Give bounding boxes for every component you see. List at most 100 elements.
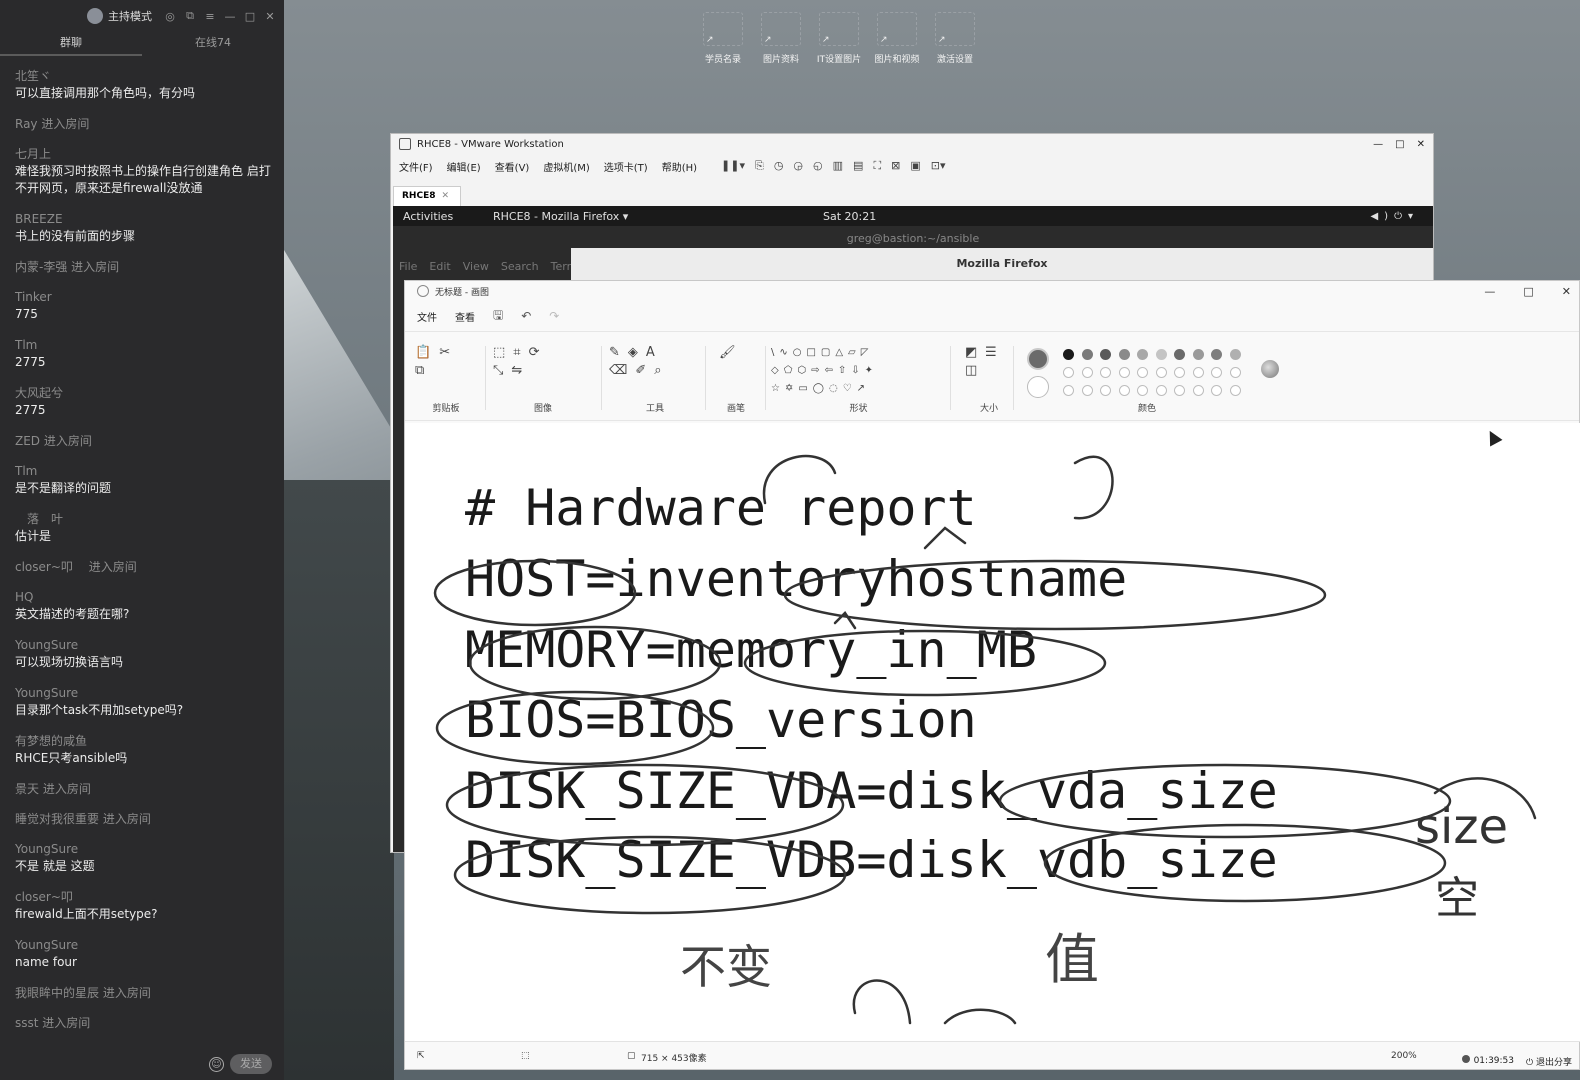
color-picker-icon[interactable]: ✐ — [635, 363, 654, 378]
thumbnail-icon[interactable]: ▤ — [853, 159, 863, 173]
desktop-shortcut[interactable]: 图片资料 — [752, 12, 810, 65]
menu-edit[interactable]: 编辑(E) — [447, 159, 481, 174]
color-swatch[interactable] — [1174, 385, 1185, 396]
redo-icon[interactable]: ↷ — [549, 309, 559, 323]
menu-file[interactable]: 文件 — [417, 309, 437, 324]
color-swatch[interactable] — [1081, 349, 1093, 360]
close-icon[interactable]: ✕ — [1562, 285, 1571, 298]
exit-share-button[interactable]: ⏻ 退出分享 — [1526, 1055, 1572, 1068]
vmware-titlebar[interactable]: RHCE8 - VMware Workstation — □ ✕ — [391, 134, 1433, 154]
color-swatch[interactable] — [1155, 385, 1167, 396]
color-swatch[interactable] — [1137, 349, 1148, 360]
crop-icon[interactable]: ⌗ — [513, 345, 528, 360]
color-swatch[interactable] — [1211, 349, 1222, 360]
console-icon[interactable]: ▣ — [910, 159, 920, 173]
pencil-icon[interactable]: ✎ — [609, 345, 628, 360]
view-icon[interactable]: ⊡▾ — [931, 159, 946, 173]
color-swatch[interactable] — [1192, 385, 1204, 396]
app-menu[interactable]: RHCE8 - Mozilla Firefox ▾ — [493, 210, 823, 223]
cut-icon[interactable]: ✂ — [439, 345, 458, 360]
color-swatch[interactable] — [1155, 349, 1167, 360]
color-swatch[interactable] — [1118, 385, 1130, 396]
brush-icon[interactable]: 🖌 — [711, 344, 761, 362]
show-library-icon[interactable]: ▥ — [833, 159, 843, 173]
terminal-menu-terminal[interactable]: Terr — [551, 260, 571, 273]
send-keys-icon[interactable]: ⎘ — [755, 159, 764, 173]
eraser-icon[interactable]: ⌫ — [609, 363, 635, 378]
terminal-menu-edit[interactable]: Edit — [429, 260, 450, 273]
color-swatch[interactable] — [1137, 385, 1148, 396]
menu-view[interactable]: 查看(V) — [495, 159, 530, 174]
paste-icon[interactable]: 📋 — [415, 345, 439, 360]
color-swatch[interactable] — [1174, 349, 1185, 360]
desktop-shortcut[interactable]: 激活设置 — [926, 12, 984, 65]
drawing-canvas[interactable]: # Hardware report HOST=inventoryhostname… — [405, 423, 1580, 1041]
tab-group-chat[interactable]: 群聊 — [0, 32, 142, 56]
desktop-shortcut[interactable]: 图片和视频 — [868, 12, 926, 65]
flip-icon[interactable]: ⇋ — [511, 363, 530, 378]
color-swatch[interactable] — [1174, 367, 1185, 378]
menu-icon[interactable]: ≡ — [204, 10, 216, 23]
vm-tab[interactable]: RHCE8 ✕ — [393, 186, 461, 206]
pause-icon[interactable]: ❚❚▾ — [721, 159, 745, 173]
restore-snapshot-icon[interactable]: ◶ — [793, 159, 803, 173]
desktop-shortcut[interactable]: 学员名录 — [694, 12, 752, 65]
shape-gallery[interactable]: \∿○□▢△▱◸ ◇⬠⬡⇨⇦⇧⇩✦ ☆✡▭◯◌♡↗ — [771, 344, 946, 398]
undo-icon[interactable]: ↶ — [521, 309, 531, 323]
color-swatch[interactable] — [1211, 367, 1222, 378]
color-swatch[interactable] — [1229, 367, 1241, 378]
line-size-icon[interactable]: ☰ — [967, 344, 1011, 362]
info-icon[interactable]: ◎ — [164, 10, 176, 23]
color-swatch[interactable] — [1081, 367, 1093, 378]
magnifier-icon[interactable]: ⌕ — [654, 363, 669, 378]
color-swatch[interactable] — [1100, 385, 1111, 396]
copy-icon[interactable]: ⧉ — [415, 363, 432, 378]
color-swatch[interactable] — [1081, 385, 1093, 396]
host-mode[interactable]: 主持模式 — [87, 8, 152, 24]
fill-icon[interactable]: ◈ — [628, 345, 646, 360]
color-swatch[interactable] — [1192, 367, 1204, 378]
maximize-icon[interactable]: □ — [1395, 139, 1404, 150]
tab-online[interactable]: 在线74 — [142, 32, 284, 56]
unity-icon[interactable]: ⊠ — [891, 159, 900, 173]
color-swatch[interactable] — [1063, 385, 1074, 396]
color-swatch[interactable] — [1063, 367, 1074, 378]
minimize-icon[interactable]: — — [224, 10, 236, 23]
rotate-icon[interactable]: ⟳ — [529, 345, 548, 360]
color-swatch[interactable] — [1100, 349, 1111, 360]
maximize-icon[interactable]: □ — [244, 10, 256, 23]
color-swatch[interactable] — [1100, 367, 1111, 378]
select-icon[interactable]: ⬚ — [493, 345, 513, 360]
menu-file[interactable]: 文件(F) — [399, 159, 433, 174]
activities-button[interactable]: Activities — [403, 210, 493, 223]
manage-snapshots-icon[interactable]: ◵ — [813, 159, 823, 173]
fullscreen-icon[interactable]: ⛶ — [873, 159, 881, 173]
color-swatch[interactable] — [1118, 349, 1130, 360]
color-swatch[interactable] — [1229, 349, 1241, 360]
edit-colors-icon[interactable] — [1261, 360, 1279, 378]
close-icon[interactable]: ✕ — [264, 10, 276, 23]
menu-view[interactable]: 查看 — [455, 309, 475, 324]
save-icon[interactable]: 🖫 — [493, 306, 503, 327]
terminal-menu-view[interactable]: View — [463, 260, 489, 273]
snapshot-icon[interactable]: ◷ — [774, 159, 784, 173]
terminal-menu-search[interactable]: Search — [501, 260, 539, 273]
resize-icon[interactable]: ⤡ — [493, 363, 511, 378]
maximize-icon[interactable]: □ — [1523, 285, 1533, 298]
color-swatch[interactable] — [1137, 367, 1148, 378]
color-swatch[interactable] — [1155, 367, 1167, 378]
color-swatch[interactable] — [1211, 385, 1222, 396]
clock[interactable]: Sat 20:21 — [823, 210, 1303, 223]
paint-titlebar[interactable]: 无标题 - 画图 — □ ✕ — [405, 281, 1579, 301]
emoji-icon[interactable]: ☺ — [209, 1056, 224, 1072]
color-swatch[interactable] — [1192, 349, 1204, 360]
secondary-color[interactable] — [1027, 376, 1049, 398]
desktop-shortcut[interactable]: IT设置图片 — [810, 12, 868, 65]
terminal-menu-file[interactable]: File — [399, 260, 417, 273]
menu-vm[interactable]: 虚拟机(M) — [543, 159, 589, 174]
popout-icon[interactable]: ⧉ — [184, 9, 196, 23]
primary-color[interactable] — [1027, 348, 1049, 370]
menu-tabs[interactable]: 选项卡(T) — [604, 159, 648, 174]
color-swatch[interactable] — [1118, 367, 1130, 378]
close-tab-icon[interactable]: ✕ — [441, 191, 449, 201]
